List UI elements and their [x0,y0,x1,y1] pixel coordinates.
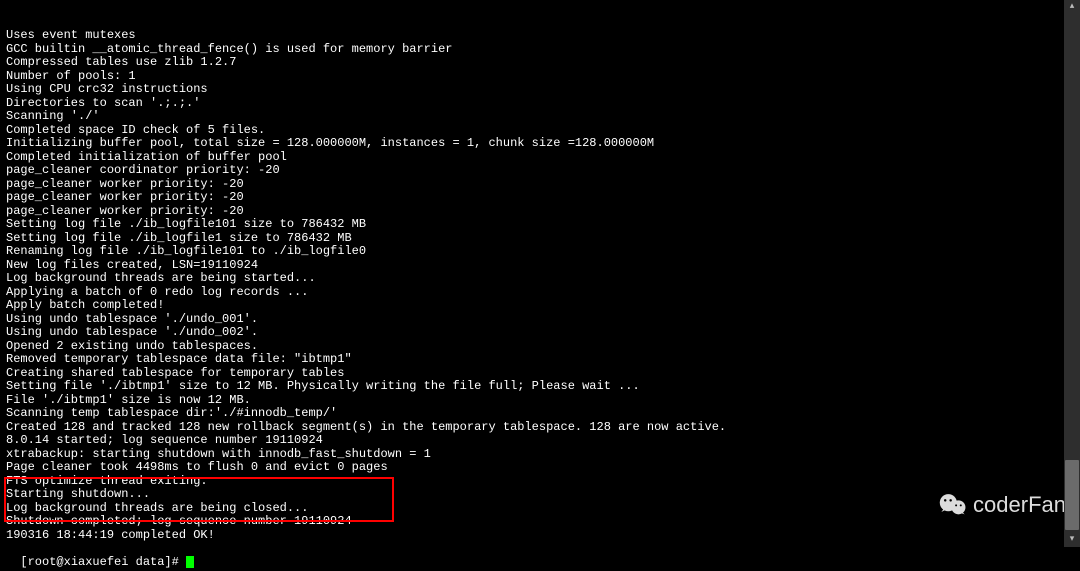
terminal-line: page_cleaner worker priority: -20 [6,191,1074,205]
terminal-line: Initializing buffer pool, total size = 1… [6,137,1074,151]
terminal-line: Creating shared tablespace for temporary… [6,367,1074,381]
terminal-line: Opened 2 existing undo tablespaces. [6,340,1074,354]
terminal-line: Using undo tablespace './undo_002'. [6,326,1074,340]
terminal-line: Scanning './' [6,110,1074,124]
wechat-icon [939,491,967,519]
terminal-line: page_cleaner worker priority: -20 [6,205,1074,219]
terminal-line: Directories to scan '.;.;.' [6,97,1074,111]
shell-prompt[interactable]: [root@xiaxuefei data]# [20,555,186,569]
terminal-line: Log background threads are being started… [6,272,1074,286]
terminal-output: Uses event mutexesGCC builtin __atomic_t… [0,0,1080,571]
terminal-line: FTS optimize thread exiting. [6,475,1074,489]
scroll-down-icon[interactable]: ▾ [1064,533,1080,547]
terminal-line: Page cleaner took 4498ms to flush 0 and … [6,461,1074,475]
terminal-line: Setting log file ./ib_logfile101 size to… [6,218,1074,232]
terminal-line: Created 128 and tracked 128 new rollback… [6,421,1074,435]
terminal-line: Setting file './ibtmp1' size to 12 MB. P… [6,380,1074,394]
terminal-line: xtrabackup: starting shutdown with innod… [6,448,1074,462]
cursor-icon [186,556,194,568]
terminal-line: Setting log file ./ib_logfile1 size to 7… [6,232,1074,246]
terminal-line: 8.0.14 started; log sequence number 1911… [6,434,1074,448]
terminal-line: Completed initialization of buffer pool [6,151,1074,165]
scroll-up-icon[interactable]: ▴ [1064,0,1080,14]
terminal-line: Using undo tablespace './undo_001'. [6,313,1074,327]
terminal-line: New log files created, LSN=19110924 [6,259,1074,273]
terminal-line: Uses event mutexes [6,29,1074,43]
terminal-line: Apply batch completed! [6,299,1074,313]
terminal-line: Removed temporary tablespace data file: … [6,353,1074,367]
terminal-line: Starting shutdown... [6,488,1074,502]
terminal-line: GCC builtin __atomic_thread_fence() is u… [6,43,1074,57]
terminal-line: 190316 18:44:19 completed OK! [6,529,1074,543]
terminal-line: page_cleaner worker priority: -20 [6,178,1074,192]
terminal-line: Compressed tables use zlib 1.2.7 [6,56,1074,70]
watermark: coderFan [939,491,1066,519]
terminal-line: Number of pools: 1 [6,70,1074,84]
terminal-line: Renaming log file ./ib_logfile101 to ./i… [6,245,1074,259]
terminal-line: Shutdown completed; log sequence number … [6,515,1074,529]
terminal-line: Log background threads are being closed.… [6,502,1074,516]
terminal-line: page_cleaner coordinator priority: -20 [6,164,1074,178]
scrollbar-thumb[interactable] [1065,460,1079,530]
terminal-line: Applying a batch of 0 redo log records .… [6,286,1074,300]
terminal-line: Completed space ID check of 5 files. [6,124,1074,138]
terminal-line: Scanning temp tablespace dir:'./#innodb_… [6,407,1074,421]
terminal-line: File './ibtmp1' size is now 12 MB. [6,394,1074,408]
vertical-scrollbar[interactable]: ▴ ▾ [1064,0,1080,547]
watermark-text: coderFan [973,498,1066,512]
terminal-line: Using CPU crc32 instructions [6,83,1074,97]
